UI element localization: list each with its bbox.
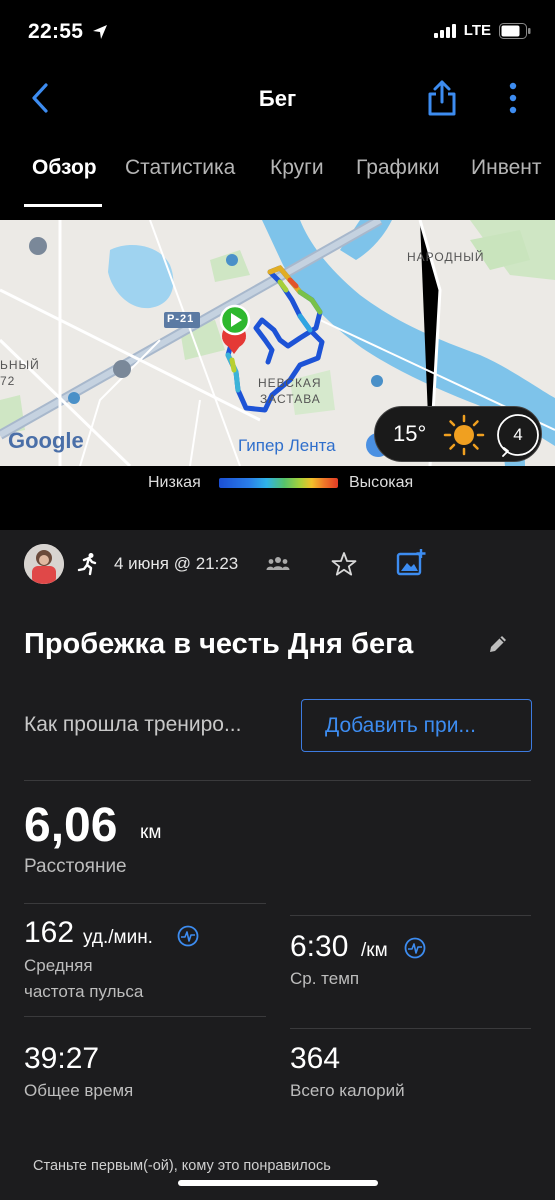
map-label-zastava: ЗАСТАВА	[260, 392, 321, 406]
calories-value: 364	[290, 1042, 341, 1075]
status-time: 22:55	[28, 20, 84, 43]
pace-unit: /км	[361, 940, 388, 961]
battery-icon	[499, 22, 531, 39]
likes-text[interactable]: Станьте первым(-ой), кому это понравилос…	[33, 1158, 331, 1174]
tab-overview[interactable]: Обзор	[32, 156, 97, 180]
pace-value: 6:30	[290, 930, 349, 963]
heart-rate-unit: уд./мин.	[83, 927, 153, 948]
edit-pencil-icon[interactable]	[486, 632, 510, 656]
heart-rate-label-line2: частота пульса	[24, 982, 144, 1001]
status-bar: 22:55 LTE	[0, 0, 555, 66]
star-icon[interactable]	[330, 550, 358, 578]
share-icon[interactable]	[424, 78, 460, 118]
activity-date: 4 июня @ 21:23	[114, 554, 239, 573]
divider	[24, 780, 531, 781]
weather-temperature: 15°	[393, 421, 427, 446]
tab-charts[interactable]: Графики	[356, 156, 439, 180]
tab-statistics[interactable]: Статистика	[125, 156, 235, 180]
heart-rate-label-line1: Средняя	[24, 956, 93, 975]
tab-laps[interactable]: Круги	[270, 156, 324, 180]
map-label-nevskaya: НЕВСКАЯ	[258, 376, 322, 390]
sun-icon	[443, 414, 485, 456]
network-type: LTE	[463, 22, 491, 39]
divider	[290, 1028, 531, 1029]
group-icon[interactable]	[266, 554, 290, 574]
divider	[290, 915, 531, 916]
map-label-narodny: НАРОДНЫЙ	[407, 250, 485, 264]
activity-details-panel: 4 июня @ 21:23 Пробежка в честь Дня бега…	[0, 530, 555, 1200]
status-right: LTE	[433, 22, 531, 39]
distance-value: 6,06	[24, 799, 118, 852]
calories-label: Всего калорий	[290, 1081, 405, 1100]
running-icon	[77, 553, 97, 576]
legend-low-label: Низкая	[148, 474, 201, 491]
divider	[24, 1016, 266, 1017]
active-tab-indicator	[24, 204, 102, 207]
avatar[interactable]	[24, 544, 64, 584]
add-note-button[interactable]: Добавить при...	[301, 699, 532, 752]
home-indicator[interactable]	[178, 1180, 378, 1186]
heart-rate-icon[interactable]	[177, 925, 199, 947]
tab-gear[interactable]: Инвент	[471, 156, 542, 180]
more-vertical-icon[interactable]	[500, 80, 526, 116]
map-label-west-number: 72	[0, 374, 16, 388]
activity-meta-row: 4 июня @ 21:23	[24, 544, 534, 584]
distance-unit: км	[140, 822, 162, 843]
page-title: Бег	[258, 86, 297, 111]
signal-icon	[433, 23, 456, 38]
wind-speed: 4	[513, 425, 523, 444]
divider	[24, 903, 266, 904]
map-label-road: Р-21	[167, 313, 195, 325]
map-label-store: Гипер Лента	[238, 436, 336, 455]
wind-icon: 4	[495, 412, 541, 458]
heart-rate-value: 162	[24, 916, 75, 949]
pace-label: Ср. темп	[290, 969, 360, 988]
google-logo: Google	[8, 428, 84, 453]
legend-gradient-bar	[219, 478, 338, 488]
map-label-west: ЬНЫЙ	[0, 358, 40, 372]
total-time-label: Общее время	[24, 1081, 134, 1100]
total-time-value: 39:27	[24, 1042, 100, 1075]
nav-bar: Бег	[0, 66, 555, 132]
location-arrow-icon	[93, 25, 107, 39]
legend-high-label: Высокая	[349, 474, 414, 491]
feeling-prompt[interactable]: Как прошла трениро...	[24, 713, 241, 737]
weather-pill: 15° 4	[374, 406, 542, 462]
distance-label: Расстояние	[24, 856, 127, 877]
add-photo-icon[interactable]	[396, 548, 426, 578]
activity-title: Пробежка в честь Дня бега	[24, 628, 414, 660]
intensity-legend: Низкая Высокая	[0, 466, 555, 530]
tab-bar: Обзор Статистика Круги Графики Инвент	[0, 132, 555, 208]
pace-chart-icon[interactable]	[404, 937, 426, 959]
back-icon[interactable]	[26, 80, 56, 116]
